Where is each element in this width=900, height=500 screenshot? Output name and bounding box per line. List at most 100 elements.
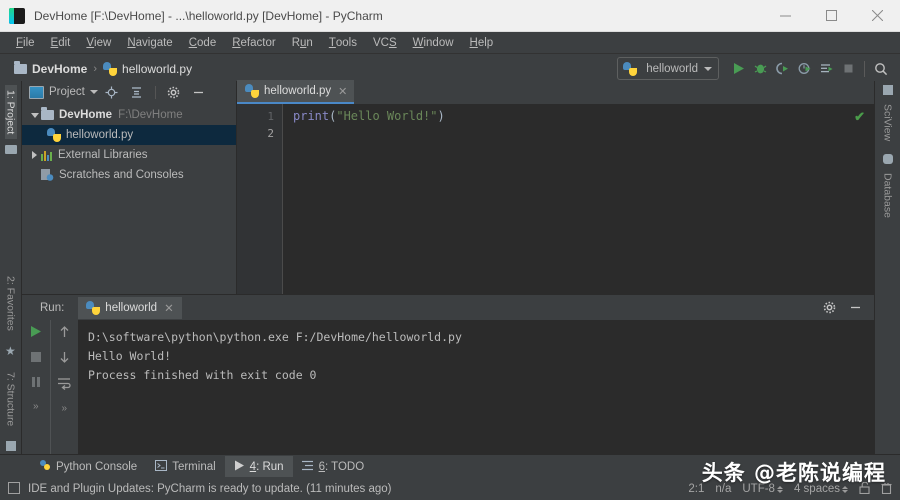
close-button[interactable]	[854, 0, 900, 31]
terminal-icon	[155, 459, 168, 474]
sidebar-item-project-label: 1: Project	[4, 90, 17, 135]
debug-icon[interactable]	[749, 58, 771, 80]
gear-icon[interactable]	[818, 297, 840, 319]
window-title: DevHome [F:\DevHome] - ...\helloworld.py…	[34, 8, 383, 23]
left-rail-bottom-group: 7: Structure 2: Favorites ★	[5, 271, 17, 451]
editor-body[interactable]: 1 2 print("Hello World!") ✔	[237, 104, 874, 294]
encoding-selector[interactable]: UTF-8	[742, 483, 783, 495]
status-bar: IDE and Plugin Updates: PyCharm is ready…	[0, 478, 900, 500]
tree-item-external-libraries[interactable]: External Libraries	[22, 145, 236, 165]
library-icon	[41, 150, 53, 161]
code-string-literal: "Hello World!"	[336, 109, 438, 123]
run-tab-helloworld[interactable]: helloworld ✕	[78, 296, 182, 319]
python-file-icon	[103, 61, 118, 76]
python-file-icon	[245, 84, 259, 98]
main-toolbar: helloworld	[617, 57, 900, 80]
close-icon[interactable]: ✕	[164, 301, 174, 315]
chevron-updown-icon	[776, 485, 783, 493]
indent-selector[interactable]: 4 spaces	[794, 483, 848, 495]
minimize-button[interactable]	[762, 0, 808, 31]
search-icon[interactable]	[870, 58, 892, 80]
menu-code[interactable]: Code	[181, 32, 225, 53]
tool-window-python-console[interactable]: Python Console	[30, 456, 146, 477]
run-panel-header: Run: helloworld ✕	[22, 295, 874, 320]
inspection-status-icon[interactable]: ✔	[854, 109, 865, 125]
run-configuration-label: helloworld	[646, 62, 698, 75]
profile-icon[interactable]	[793, 58, 815, 80]
expand-arrow-icon[interactable]	[28, 112, 41, 118]
run-console-output[interactable]: D:\software\python\python.exe F:/DevHome…	[78, 320, 874, 455]
star-icon: ★	[5, 343, 16, 358]
scroll-down-icon[interactable]	[58, 351, 71, 367]
hide-panel-icon[interactable]	[844, 297, 866, 319]
pycharm-window: DevHome [F:\DevHome] - ...\helloworld.py…	[0, 0, 900, 500]
tree-item-helloworld-label: helloworld.py	[66, 129, 134, 141]
run-panel-gutter: » »	[22, 320, 78, 455]
menu-window[interactable]: Window	[405, 32, 462, 53]
soft-wrap-icon[interactable]	[57, 377, 71, 393]
trash-icon[interactable]	[881, 482, 892, 497]
tool-window-terminal[interactable]: Terminal	[146, 456, 224, 477]
run-coverage-icon[interactable]	[771, 58, 793, 80]
database-icon	[882, 154, 893, 165]
collapse-arrow-icon[interactable]	[28, 151, 41, 159]
tree-item-devhome[interactable]: DevHome F:\DevHome	[22, 105, 236, 125]
menu-view[interactable]: View	[78, 32, 119, 53]
menu-tools[interactable]: Tools	[321, 32, 365, 53]
menu-run[interactable]: Run	[284, 32, 321, 53]
center-column: Project DevHome F:\DevHome helloworld.py…	[22, 80, 874, 455]
right-tool-rail: SciView Database	[874, 81, 900, 455]
run-with-console-icon[interactable]	[815, 58, 837, 80]
menu-file[interactable]: File	[8, 32, 43, 53]
close-icon[interactable]: ✕	[338, 85, 347, 98]
locate-icon[interactable]	[101, 81, 123, 103]
stop-icon[interactable]	[30, 351, 42, 366]
menu-vcs[interactable]: VC S	[365, 32, 405, 53]
project-tool-window: Project DevHome F:\DevHome helloworld.py…	[22, 81, 237, 294]
more-actions-icon[interactable]: »	[61, 403, 67, 414]
folder-icon	[14, 60, 27, 74]
tree-item-scratches[interactable]: Scratches and Consoles	[22, 165, 236, 185]
tree-item-devhome-label: DevHome	[59, 109, 113, 121]
project-tree: DevHome F:\DevHome helloworld.py Externa…	[22, 103, 236, 294]
scroll-up-icon[interactable]	[58, 325, 71, 341]
title-bar: DevHome [F:\DevHome] - ...\helloworld.py…	[0, 0, 900, 32]
menu-refactor[interactable]: Refactor	[224, 32, 283, 53]
sidebar-item-structure[interactable]: 7: Structure	[5, 367, 17, 431]
tool-window-run[interactable]: 4: Run	[224, 456, 293, 477]
tree-item-helloworld[interactable]: helloworld.py	[22, 125, 236, 145]
menu-navigate[interactable]: Navigate	[119, 32, 180, 53]
run-configuration-selector[interactable]: helloworld	[617, 57, 719, 80]
menu-help[interactable]: Help	[462, 32, 502, 53]
project-panel-title[interactable]: Project	[29, 85, 98, 99]
editor-tab-helloworld[interactable]: helloworld.py ✕	[237, 80, 355, 104]
more-actions-icon[interactable]: »	[33, 401, 39, 412]
sidebar-item-favorites[interactable]: 2: Favorites	[5, 271, 17, 336]
tree-item-external-libraries-label: External Libraries	[58, 149, 148, 161]
rerun-icon[interactable]	[29, 325, 42, 341]
collapse-all-icon[interactable]	[126, 81, 148, 103]
code-content[interactable]: print("Hello World!")	[283, 104, 874, 294]
maximize-button[interactable]	[808, 0, 854, 31]
sidebar-item-project[interactable]: 1: Project	[4, 85, 17, 140]
tool-window-todo[interactable]: 6: TODO	[293, 456, 374, 477]
run-icon[interactable]	[727, 58, 749, 80]
scratches-icon	[41, 169, 54, 181]
breadcrumb-project[interactable]: DevHome	[32, 62, 87, 76]
hide-panel-icon[interactable]	[188, 81, 210, 103]
pause-icon[interactable]	[30, 376, 42, 391]
gear-icon[interactable]	[163, 81, 185, 103]
sciview-icon	[882, 85, 893, 95]
python-file-icon	[47, 128, 61, 142]
status-message[interactable]: IDE and Plugin Updates: PyCharm is ready…	[28, 483, 392, 495]
sidebar-item-database[interactable]: Database	[882, 168, 894, 223]
code-line-1: print("Hello World!")	[293, 108, 874, 125]
unlocked-icon[interactable]	[859, 481, 870, 497]
editor-tab-label: helloworld.py	[264, 85, 332, 97]
vcs-status[interactable]: n/a	[715, 483, 731, 495]
menu-edit[interactable]: Edit	[43, 32, 79, 53]
notification-icon[interactable]	[8, 481, 20, 497]
breadcrumb-file[interactable]: helloworld.py	[122, 62, 192, 76]
caret-position[interactable]: 2:1	[688, 483, 704, 495]
sidebar-item-sciview[interactable]: SciView	[882, 99, 894, 146]
